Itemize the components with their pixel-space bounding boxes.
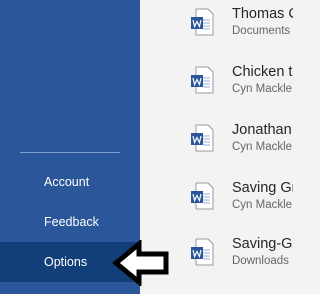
file-location: Cyn Mackle <box>232 141 293 153</box>
sidebar-item-label: Account <box>44 175 90 189</box>
file-name: Saving Gr <box>232 180 293 196</box>
sidebar-item-label: Options <box>44 255 88 269</box>
word-document-icon <box>191 182 214 210</box>
sidebar-item-label: Feedback <box>44 215 99 229</box>
sidebar-item-feedback[interactable]: Feedback <box>0 202 140 242</box>
word-document-icon <box>191 124 214 152</box>
sidebar-item-account[interactable]: Account <box>0 162 140 202</box>
recent-file-item[interactable]: Saving Gr Cyn Mackle <box>140 174 293 232</box>
word-document-icon <box>191 66 214 94</box>
recent-file-item[interactable]: Thomas C Documents <box>140 0 293 58</box>
word-document-icon <box>191 8 214 36</box>
file-name: Thomas C <box>232 6 293 22</box>
file-location: Documents <box>232 25 291 37</box>
file-location: Cyn Mackle <box>232 83 293 95</box>
file-name: Saving-G <box>232 236 293 252</box>
sidebar-divider <box>20 152 120 153</box>
recent-file-item[interactable]: Jonathan Cyn Mackle <box>140 116 293 174</box>
file-location: Cyn Mackle <box>232 199 293 211</box>
file-name: Chicken t <box>232 64 293 80</box>
left-arrow-icon <box>112 240 169 286</box>
word-document-icon <box>191 238 214 266</box>
file-name: Jonathan <box>232 122 292 138</box>
recent-file-item[interactable]: Chicken t Cyn Mackle <box>140 58 293 116</box>
file-location: Downloads <box>232 255 289 267</box>
